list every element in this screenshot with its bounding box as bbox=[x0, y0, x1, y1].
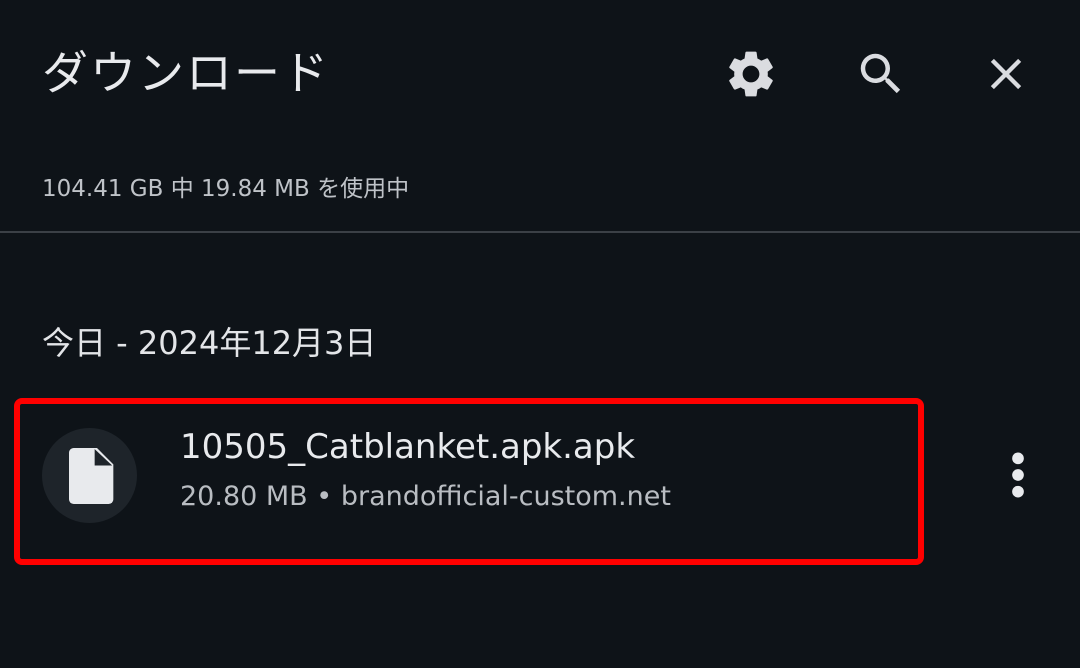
search-icon bbox=[860, 53, 901, 94]
divider bbox=[0, 231, 1080, 233]
search-button[interactable] bbox=[845, 38, 917, 110]
file-source: brandofficial-custom.net bbox=[340, 481, 671, 512]
page-title: ダウンロード bbox=[42, 46, 330, 100]
file-size: 20.80 MB bbox=[180, 481, 308, 512]
settings-button[interactable] bbox=[715, 38, 787, 110]
gear-icon bbox=[729, 51, 773, 97]
download-file-meta: 20.80 MB • brandofficial-custom.net bbox=[180, 477, 671, 517]
storage-usage-text: 104.41 GB 中 19.84 MB を使用中 bbox=[42, 176, 410, 202]
more-vert-icon bbox=[1012, 452, 1024, 498]
close-button[interactable] bbox=[970, 38, 1042, 110]
more-options-button[interactable] bbox=[983, 440, 1053, 510]
file-icon-avatar bbox=[42, 428, 137, 523]
close-icon bbox=[990, 58, 1022, 90]
meta-separator: • bbox=[316, 481, 333, 512]
date-section-header: 今日 - 2024年12月3日 bbox=[42, 324, 377, 362]
download-file-name[interactable]: 10505_Catblanket.apk.apk bbox=[180, 423, 635, 471]
file-icon bbox=[68, 447, 113, 504]
downloads-screen: ダウンロード 104.41 GB 中 19.84 MB を使用中 今日 - 20… bbox=[0, 0, 1080, 668]
